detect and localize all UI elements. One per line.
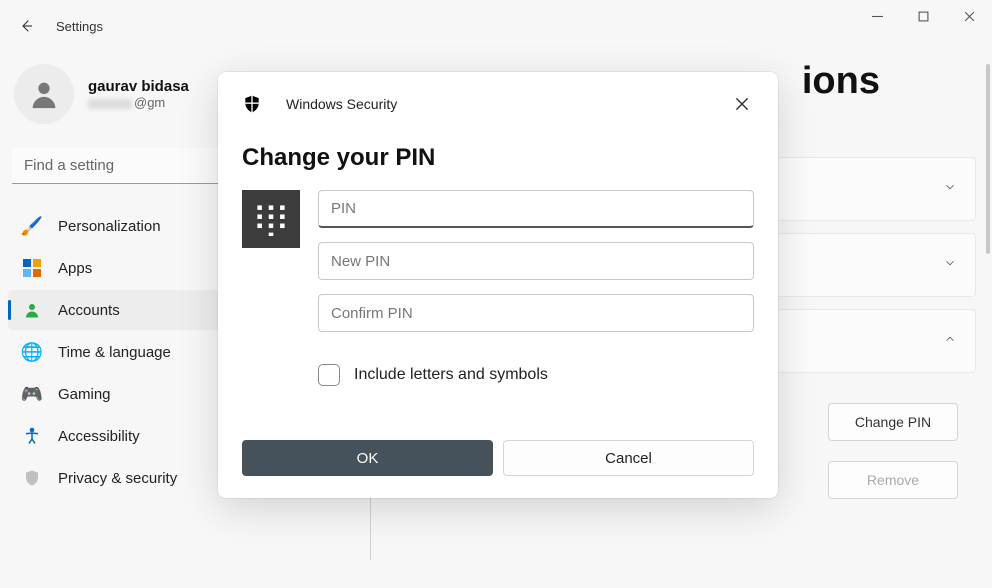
confirm-pin-input[interactable] — [318, 294, 754, 332]
current-pin-input[interactable] — [318, 190, 754, 228]
ok-button[interactable]: OK — [242, 440, 493, 476]
dialog-title: Change your PIN — [242, 144, 754, 172]
include-letters-label: Include letters and symbols — [354, 366, 548, 384]
dialog-overlay: Windows Security Change your PIN Include… — [0, 0, 992, 588]
include-letters-checkbox[interactable] — [318, 364, 340, 386]
new-pin-input[interactable] — [318, 242, 754, 280]
keypad-icon — [242, 190, 300, 248]
dialog-close-button[interactable] — [730, 92, 754, 116]
cancel-button[interactable]: Cancel — [503, 440, 754, 476]
windows-security-shield-icon — [242, 94, 262, 114]
dialog-app-name: Windows Security — [286, 96, 397, 112]
change-pin-dialog: Windows Security Change your PIN Include… — [218, 72, 778, 498]
